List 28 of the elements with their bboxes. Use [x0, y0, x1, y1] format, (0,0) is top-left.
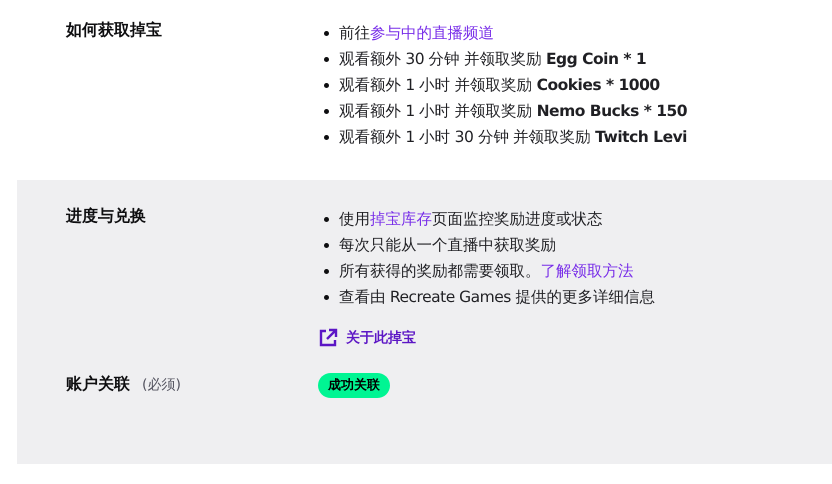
list-item: 观看额外 1 小时 并领取奖励 Cookies * 1000 — [339, 75, 660, 96]
section-label: 进度与兑换 — [66, 206, 146, 227]
bullet-icon — [324, 134, 329, 140]
bullet-icon — [324, 108, 329, 114]
list-item: 观看额外 1 小时 并领取奖励 Nemo Bucks * 150 — [339, 101, 688, 122]
text-link[interactable]: 掉宝库存 — [370, 210, 432, 228]
section-label: 账户关联 — [66, 374, 130, 395]
list-item: 使用掉宝库存页面监控奖励进度或状态 — [339, 209, 602, 230]
text-link[interactable]: 参与中的直播频道 — [370, 24, 494, 42]
list-item: 观看额外 30 分钟 并领取奖励 Egg Coin * 1 — [339, 49, 646, 70]
bullet-icon — [324, 56, 329, 62]
bullet-icon — [324, 30, 329, 36]
required-note: (必须) — [142, 376, 181, 394]
bullet-icon — [324, 268, 329, 274]
list-item: 查看由 Recreate Games 提供的更多详细信息 — [339, 287, 655, 308]
external-link[interactable]: 关于此掉宝 — [318, 328, 416, 348]
status-badge: 成功关联 — [318, 373, 390, 398]
bullet-icon — [324, 216, 329, 222]
list-item: 所有获得的奖励都需要领取。了解领取方法 — [339, 261, 634, 282]
bullet-icon — [324, 82, 329, 88]
list-item: 前往参与中的直播频道 — [339, 23, 494, 44]
bullet-icon — [324, 294, 329, 300]
external-link-icon — [318, 328, 338, 348]
bullet-icon — [324, 242, 329, 248]
list-item: 观看额外 1 小时 30 分钟 并领取奖励 Twitch Levi — [339, 127, 687, 148]
section-label: 如何获取掉宝 — [66, 20, 162, 41]
text-link[interactable]: 了解领取方法 — [540, 262, 634, 280]
list-item: 每次只能从一个直播中获取奖励 — [339, 235, 556, 256]
